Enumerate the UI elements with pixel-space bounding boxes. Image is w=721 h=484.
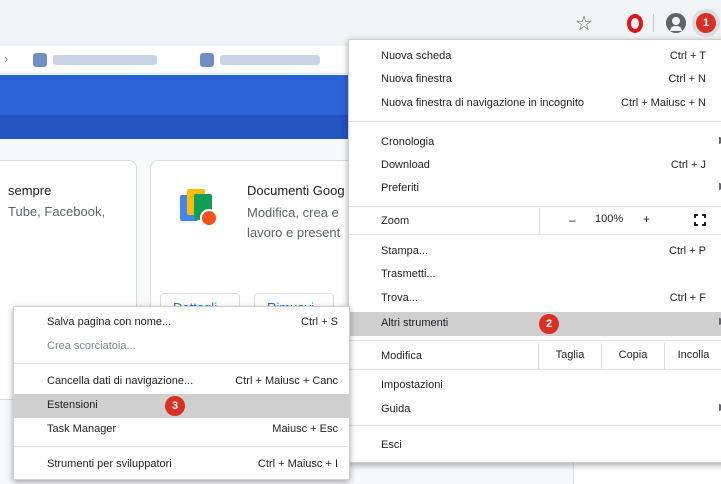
menu-item-history[interactable]: Cronologia ▶ [349,131,721,155]
zoom-level: 100% [595,213,624,225]
menu-item-bookmarks[interactable]: Preferiti ▶ [349,177,721,201]
menu-separator [349,234,721,235]
menu-separator [349,121,721,122]
bookmark-favicon[interactable] [33,53,47,67]
menu-item-incognito[interactable]: Nuova finestra di navigazione in incogni… [349,92,721,116]
zoom-in-button[interactable]: + [643,212,650,226]
menu-item-print[interactable]: Stampa... Ctrl + P [349,240,721,264]
card-text: Tube, Facebook, [8,204,106,219]
menu-item-label: Estensioni [47,399,98,411]
toolbar-divider [653,14,654,32]
chrome-main-menu: Nuova scheda Ctrl + T Nuova finestra Ctr… [348,39,721,463]
chevron-right-icon[interactable]: › [4,51,8,66]
menu-item-label: Zoom [381,215,410,227]
menu-item-label: Preferiti [381,182,419,194]
menu-item-new-window[interactable]: Nuova finestra Ctrl + N [349,68,721,92]
menu-item-shortcut: Ctrl + F [669,292,706,304]
menu-item-shortcut: Ctrl + N [668,73,706,85]
menu-separator [14,363,349,364]
menu-item-label: Strumenti per sviluppatori [47,458,172,470]
step-badge-3: 3 [165,396,185,416]
step-badge-1: 1 [696,13,716,33]
menu-item-label: Altri strumenti [381,317,449,329]
menu-item-exit[interactable]: Esci [349,434,721,458]
submenu-item-create-shortcut: Crea scorciatoia... [14,335,349,359]
chrome-menu-button[interactable]: 1 [692,9,720,37]
card-text: lavoro e present [247,225,341,240]
menu-item-help[interactable]: Guida ▶ [349,398,721,422]
cut-button[interactable]: Taglia [538,343,601,369]
menu-item-label: Modifica [381,350,422,362]
menu-item-settings[interactable]: Impostazioni [349,374,721,398]
menu-item-new-tab[interactable]: Nuova scheda Ctrl + T [349,45,721,69]
menu-separator [349,425,721,426]
submenu-item-clear-data[interactable]: Cancella dati di navigazione... Ctrl + M… [14,370,349,394]
menu-item-shortcut: Maiusc + Esc [272,423,338,435]
menu-item-cast[interactable]: Trasmetti... [349,263,721,287]
card-title: Documenti Goog [247,183,345,198]
menu-item-shortcut: Ctrl + S [301,316,338,328]
bookmark-favicon[interactable] [200,53,214,67]
menu-item-label: Task Manager [47,423,117,435]
menu-separator [349,206,721,207]
menu-item-label: Nuova finestra di navigazione in incogni… [381,97,585,109]
menu-item-label: Cancella dati di navigazione... [47,375,194,387]
paste-button[interactable]: Incolla [664,343,721,369]
menu-item-more-tools[interactable]: Altri strumenti 2 ▶ [349,312,721,336]
bookmark-item[interactable] [53,55,157,65]
menu-item-shortcut: Ctrl + Maiusc + Canc [235,375,338,387]
more-tools-submenu: Salva pagina con nome... Ctrl + S Crea s… [13,306,350,480]
menu-item-label: Cronologia [381,136,435,148]
fullscreen-icon[interactable] [694,214,706,226]
menu-separator [14,446,349,447]
menu-item-label: Esci [381,439,402,451]
menu-item-label: Impostazioni [381,379,443,391]
menu-item-shortcut: Ctrl + P [669,245,706,257]
submenu-item-save-page[interactable]: Salva pagina con nome... Ctrl + S [14,311,349,335]
google-docs-icon [180,185,218,229]
menu-separator [349,369,721,370]
menu-separator [349,340,721,341]
menu-item-label: Crea scorciatoia... [47,340,136,352]
menu-item-find[interactable]: Trova... Ctrl + F [349,287,721,311]
menu-item-label: Salva pagina con nome... [47,316,172,328]
menu-item-label: Trova... [381,292,418,304]
menu-item-shortcut: Ctrl + Maiusc + I [257,458,338,470]
menu-item-label: Nuova finestra [381,73,452,85]
bookmark-item[interactable] [220,55,320,65]
menu-item-label: Download [381,159,430,171]
profile-icon[interactable] [663,10,689,36]
menu-item-label: Guida [381,403,411,415]
menu-item-downloads[interactable]: Download Ctrl + J [349,154,721,178]
zoom-out-button[interactable]: – [569,213,576,227]
menu-item-label: Nuova scheda [381,50,452,62]
menu-item-label: Stampa... [381,245,429,257]
menu-item-shortcut: Ctrl + J [670,159,706,171]
step-badge-2: 2 [539,314,559,334]
menu-item-shortcut: Ctrl + T [669,50,706,62]
menu-item-shortcut: Ctrl + Maiusc + N [621,97,706,109]
menu-item-label: Trasmetti... [381,268,436,280]
submenu-item-extensions[interactable]: Estensioni 3 [14,394,349,418]
opera-icon[interactable] [622,10,648,36]
submenu-item-dev-tools[interactable]: Strumenti per sviluppatori Ctrl + Maiusc… [14,453,349,477]
card-text: Modifica, crea e [247,205,339,220]
copy-button[interactable]: Copia [601,343,664,369]
star-icon[interactable]: ☆ [571,10,597,36]
card-title: sempre [8,183,52,198]
submenu-item-task-manager[interactable]: Task Manager Maiusc + Esc [14,418,349,442]
